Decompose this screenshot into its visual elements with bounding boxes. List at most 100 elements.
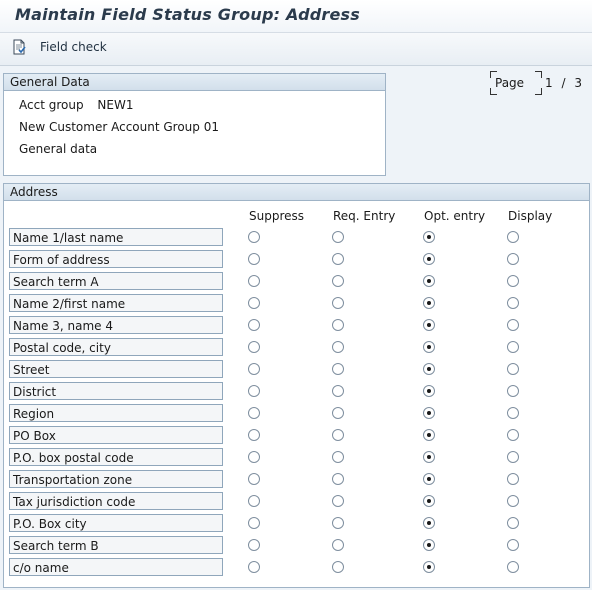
page-separator: / (561, 76, 566, 90)
field-label: Transportation zone (9, 470, 223, 488)
field-label: PO Box (9, 426, 223, 444)
radio-opt-entry[interactable] (423, 561, 435, 573)
page-title: Maintain Field Status Group: Address (15, 5, 360, 24)
title-bar: Maintain Field Status Group: Address (0, 0, 592, 33)
radio-display[interactable] (507, 451, 519, 463)
document-check-icon[interactable] (11, 39, 27, 55)
radio-req-entry[interactable] (332, 363, 344, 375)
application-toolbar: Field check (0, 33, 592, 66)
radio-opt-entry[interactable] (423, 385, 435, 397)
field-label: Search term A (9, 272, 223, 290)
radio-req-entry[interactable] (332, 429, 344, 441)
page-total: 3 (574, 76, 582, 90)
radio-suppress[interactable] (248, 561, 260, 573)
radio-display[interactable] (507, 341, 519, 353)
radio-req-entry[interactable] (332, 341, 344, 353)
radio-opt-entry[interactable] (423, 451, 435, 463)
page-current: 1 (545, 76, 553, 90)
column-header-opt-entry: Opt. entry (424, 209, 486, 223)
radio-suppress[interactable] (248, 539, 260, 551)
field-label: c/o name (9, 558, 223, 576)
radio-display[interactable] (507, 385, 519, 397)
radio-opt-entry[interactable] (423, 363, 435, 375)
radio-display[interactable] (507, 517, 519, 529)
general-data-heading: General Data (4, 74, 385, 91)
radio-req-entry[interactable] (332, 407, 344, 419)
field-label: Name 3, name 4 (9, 316, 223, 334)
page-counter: 1 / 3 (545, 76, 582, 90)
radio-suppress[interactable] (248, 451, 260, 463)
radio-display[interactable] (507, 429, 519, 441)
radio-opt-entry[interactable] (423, 407, 435, 419)
radio-display[interactable] (507, 495, 519, 507)
field-group-name: General data (19, 142, 98, 156)
radio-suppress[interactable] (248, 253, 260, 265)
radio-req-entry[interactable] (332, 451, 344, 463)
radio-suppress[interactable] (248, 517, 260, 529)
radio-req-entry[interactable] (332, 319, 344, 331)
radio-req-entry[interactable] (332, 495, 344, 507)
radio-suppress[interactable] (248, 319, 260, 331)
radio-suppress[interactable] (248, 407, 260, 419)
field-label: P.O. box postal code (9, 448, 223, 466)
radio-suppress[interactable] (248, 385, 260, 397)
radio-req-entry[interactable] (332, 275, 344, 287)
radio-opt-entry[interactable] (423, 319, 435, 331)
radio-display[interactable] (507, 319, 519, 331)
field-label: Search term B (9, 536, 223, 554)
radio-suppress[interactable] (248, 275, 260, 287)
column-header-req-entry: Req. Entry (333, 209, 396, 223)
radio-suppress[interactable] (248, 341, 260, 353)
address-heading: Address (4, 184, 589, 201)
page-label: Page (495, 76, 525, 90)
radio-opt-entry[interactable] (423, 341, 435, 353)
field-label: Postal code, city (9, 338, 223, 356)
radio-req-entry[interactable] (332, 385, 344, 397)
radio-display[interactable] (507, 231, 519, 243)
field-label: Name 2/first name (9, 294, 223, 312)
radio-suppress[interactable] (248, 297, 260, 309)
radio-display[interactable] (507, 407, 519, 419)
field-label: District (9, 382, 223, 400)
field-label: Street (9, 360, 223, 378)
radio-suppress[interactable] (248, 363, 260, 375)
page-field: Page (490, 71, 542, 95)
field-label: Region (9, 404, 223, 422)
acct-group-value: NEW1 (97, 98, 134, 112)
radio-suppress[interactable] (248, 429, 260, 441)
acct-group-row: Acct group NEW1 (19, 98, 133, 112)
radio-display[interactable] (507, 539, 519, 551)
radio-display[interactable] (507, 253, 519, 265)
radio-req-entry[interactable] (332, 297, 344, 309)
radio-display[interactable] (507, 561, 519, 573)
radio-opt-entry[interactable] (423, 495, 435, 507)
radio-display[interactable] (507, 363, 519, 375)
radio-suppress[interactable] (248, 231, 260, 243)
general-data-group: General Data Acct group NEW1 New Custome… (3, 73, 386, 176)
radio-req-entry[interactable] (332, 253, 344, 265)
radio-opt-entry[interactable] (423, 429, 435, 441)
field-label: Form of address (9, 250, 223, 268)
radio-opt-entry[interactable] (423, 517, 435, 529)
acct-group-label: Acct group (19, 98, 84, 112)
radio-opt-entry[interactable] (423, 253, 435, 265)
radio-display[interactable] (507, 473, 519, 485)
radio-opt-entry[interactable] (423, 473, 435, 485)
radio-req-entry[interactable] (332, 561, 344, 573)
radio-display[interactable] (507, 275, 519, 287)
field-label: P.O. Box city (9, 514, 223, 532)
radio-req-entry[interactable] (332, 517, 344, 529)
radio-req-entry[interactable] (332, 539, 344, 551)
radio-display[interactable] (507, 297, 519, 309)
radio-opt-entry[interactable] (423, 231, 435, 243)
radio-req-entry[interactable] (332, 473, 344, 485)
field-label: Name 1/last name (9, 228, 223, 246)
radio-opt-entry[interactable] (423, 297, 435, 309)
radio-req-entry[interactable] (332, 231, 344, 243)
radio-opt-entry[interactable] (423, 275, 435, 287)
radio-opt-entry[interactable] (423, 539, 435, 551)
field-check-button[interactable]: Field check (40, 40, 107, 54)
radio-suppress[interactable] (248, 473, 260, 485)
radio-suppress[interactable] (248, 495, 260, 507)
column-header-display: Display (508, 209, 553, 223)
